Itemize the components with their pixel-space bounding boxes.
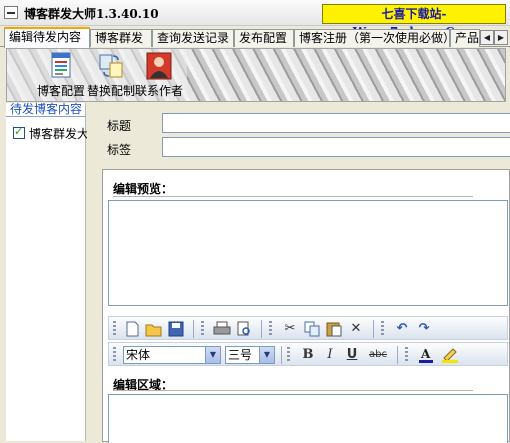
title-label: 标题 <box>107 119 132 133</box>
watermark-banner: 七喜下载站-Www.7xdown.Com <box>322 4 506 39</box>
toolbar-grip-icon[interactable] <box>381 321 384 337</box>
highlight-color-icon[interactable] <box>441 347 459 363</box>
config-document-icon <box>51 52 71 78</box>
italic-button[interactable]: I <box>321 347 339 363</box>
preview-area[interactable] <box>108 200 508 306</box>
contact-author-button[interactable]: 联系作者 <box>135 52 183 99</box>
main-toolbar: 博客配置 替换配制 联系作者 <box>6 48 506 102</box>
font-color-icon[interactable]: A <box>417 347 435 363</box>
font-name-select[interactable]: 宋体 ▼ <box>123 346 221 364</box>
tab-query-records[interactable]: 查询发送记录 <box>152 29 234 47</box>
title-bar: 博客群发大师1.3.40.10 七喜下载站-Www.7xdown.Com <box>0 0 510 39</box>
pending-blog-panel: 待发博客内容 博客群发大 <box>6 103 89 441</box>
blog-item-label[interactable]: 博客群发大 <box>29 125 89 142</box>
html-editor: 编辑预览： ✂ ✕ ↶ ↷ 宋体 ▼ 三号 ▼ B I U abc A 编辑区域… <box>102 169 510 443</box>
chevron-down-icon[interactable]: ▼ <box>205 347 220 363</box>
new-document-icon[interactable] <box>123 321 141 337</box>
blog-config-label: 博客配置 <box>37 84 86 98</box>
replace-config-label: 替换配制 <box>87 84 136 98</box>
print-icon[interactable] <box>213 321 231 337</box>
contact-author-icon <box>146 52 172 80</box>
tab-products[interactable]: 产品 <box>450 29 480 47</box>
tab-blog-mass-post[interactable]: 博客群发 <box>90 29 152 47</box>
toolbar-grip-icon[interactable] <box>287 347 290 363</box>
tags-input[interactable] <box>162 137 510 157</box>
delete-icon[interactable]: ✕ <box>347 321 365 337</box>
editor-toolbar-row1: ✂ ✕ ↶ ↷ <box>108 316 508 340</box>
tab-scroll-right-icon[interactable]: ▶ <box>494 30 508 45</box>
blog-item-checkbox[interactable] <box>13 125 25 139</box>
replace-config-button[interactable]: 替换配制 <box>87 52 135 99</box>
contact-author-label: 联系作者 <box>135 84 184 98</box>
chevron-down-icon[interactable]: ▼ <box>259 347 274 363</box>
toolbar-grip-icon[interactable] <box>269 321 272 337</box>
svg-text:A: A <box>420 347 431 361</box>
redo-icon[interactable]: ↷ <box>415 321 433 337</box>
print-preview-icon[interactable] <box>235 321 253 337</box>
blog-config-button[interactable]: 博客配置 <box>37 52 85 99</box>
save-icon[interactable] <box>167 321 185 337</box>
system-menu-icon[interactable] <box>4 6 18 19</box>
toolbar-grip-icon[interactable] <box>201 321 204 337</box>
paste-icon[interactable] <box>325 321 343 337</box>
font-size-value: 三号 <box>228 348 253 362</box>
main-tabs: 编辑待发内容 博客群发 查询发送记录 发布配置 博客注册（第一次使用必做） 产品… <box>0 27 510 48</box>
cut-icon[interactable]: ✂ <box>281 321 299 337</box>
tab-publish-config[interactable]: 发布配置 <box>234 29 294 47</box>
pending-blog-header: 待发博客内容 <box>6 103 86 117</box>
open-folder-icon[interactable] <box>145 321 163 337</box>
replace-icon <box>99 54 123 78</box>
editor-toolbar-row2: 宋体 ▼ 三号 ▼ B I U abc A <box>108 342 508 366</box>
window-title: 博客群发大师1.3.40.10 <box>24 7 159 21</box>
undo-icon[interactable]: ↶ <box>393 321 411 337</box>
tab-scroll-left-icon[interactable]: ◀ <box>480 30 494 45</box>
app-window: 博客群发大师1.3.40.10 七喜下载站-Www.7xdown.Com 编辑待… <box>0 0 510 443</box>
toolbar-grip-icon[interactable] <box>113 347 116 363</box>
tags-label: 标签 <box>107 143 132 157</box>
toolbar-grip-icon[interactable] <box>113 321 116 337</box>
strikethrough-button[interactable]: abc <box>367 347 389 363</box>
title-input[interactable] <box>162 113 510 133</box>
copy-icon[interactable] <box>303 321 321 337</box>
underline-button[interactable]: U <box>343 347 361 363</box>
tab-blog-register[interactable]: 博客注册（第一次使用必做） <box>294 29 450 47</box>
preview-title: 编辑预览： <box>113 182 174 196</box>
edit-area[interactable] <box>108 394 508 443</box>
tab-edit-content[interactable]: 编辑待发内容 <box>4 27 90 48</box>
font-size-select[interactable]: 三号 ▼ <box>225 346 275 364</box>
toolbar-grip-icon[interactable] <box>405 347 408 363</box>
font-name-value: 宋体 <box>126 348 151 362</box>
bold-button[interactable]: B <box>299 347 317 363</box>
content-editor-panel: 标题 标签 编辑预览： ✂ ✕ ↶ ↷ 宋体 ▼ 三号 ▼ B I U abc … <box>87 103 510 443</box>
